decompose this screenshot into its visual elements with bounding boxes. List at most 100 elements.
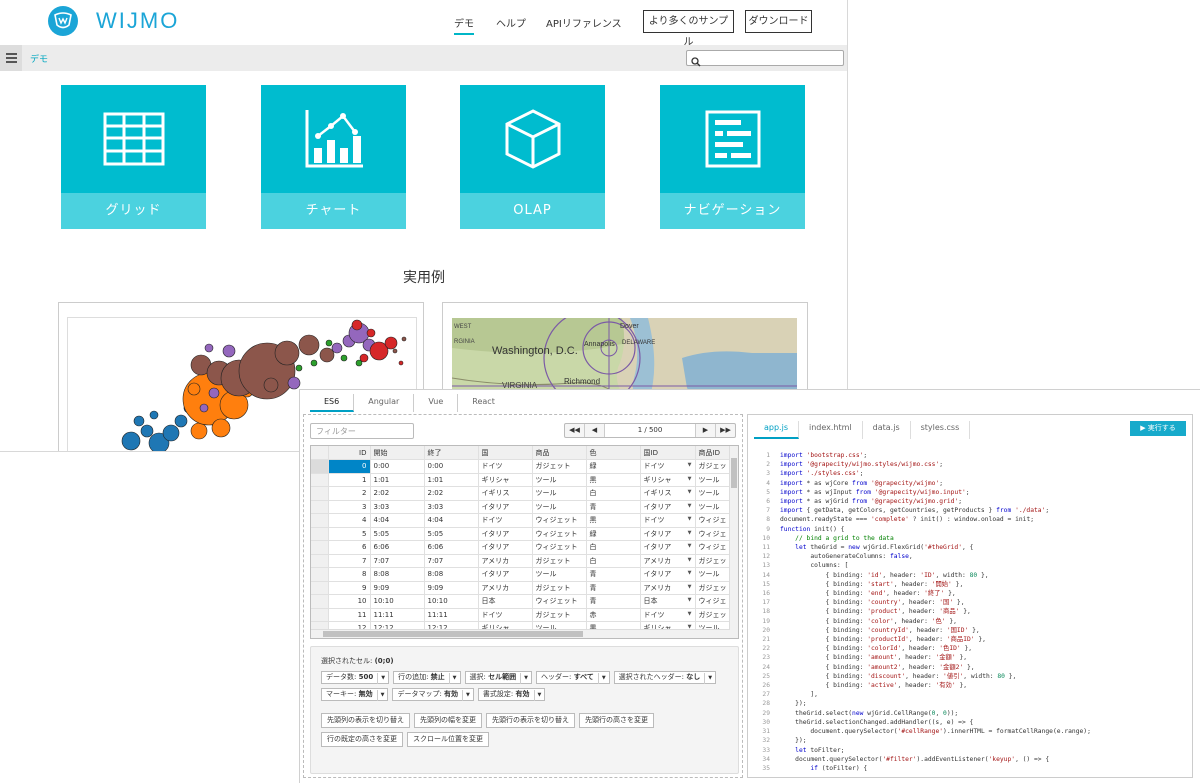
chevron-down-icon[interactable]: ▼ xyxy=(688,462,692,468)
row-header[interactable] xyxy=(311,581,329,595)
grid-cell[interactable]: ガジェット xyxy=(532,608,587,622)
nav-help[interactable]: ヘルプ xyxy=(496,15,526,30)
row-header[interactable] xyxy=(311,540,329,555)
option-dropdown[interactable]: 選択されたヘッダー: なし ▼ xyxy=(613,671,717,684)
grid-cell[interactable]: ドイツ xyxy=(478,513,533,528)
grid-cell[interactable]: 1:01 xyxy=(370,473,425,487)
grid-cell[interactable]: 8:08 xyxy=(424,567,479,582)
grid-cell[interactable]: 4 xyxy=(328,513,371,528)
grid-cell[interactable]: 青 xyxy=(586,500,641,514)
row-header[interactable] xyxy=(311,473,329,487)
tab-react[interactable]: React xyxy=(458,394,509,412)
tile-grid[interactable]: グリッド xyxy=(61,85,206,229)
column-header[interactable]: ID xyxy=(328,446,371,460)
grid-cell[interactable]: 緑 xyxy=(586,459,641,474)
tab-es6[interactable]: ES6 xyxy=(310,394,355,412)
grid-cell[interactable]: ▼ギリシャ xyxy=(640,473,696,487)
grid-cell[interactable]: ▼ ドイツ xyxy=(640,608,696,622)
grid-cell[interactable]: 8:08 xyxy=(370,567,425,582)
table-row[interactable]: 7 7:07 7:07 アメリカ ガジェット白 ▼ アメリカ ガジェッ xyxy=(311,554,736,568)
option-dropdown[interactable]: ヘッダー: すべて ▼ xyxy=(535,671,610,684)
grid-cell[interactable]: 8 xyxy=(328,567,371,582)
option-dropdown[interactable]: データ数: 500 ▼ xyxy=(321,671,390,684)
option-dropdown[interactable]: 行の追加: 禁止 ▼ xyxy=(393,671,461,684)
grid-cell[interactable]: ツール xyxy=(532,500,587,514)
grid-cell[interactable]: 1 xyxy=(328,473,371,487)
grid-cell[interactable]: ▼ アメリカ xyxy=(640,581,696,595)
row-header[interactable] xyxy=(311,594,329,609)
grid-cell[interactable]: ▼ ドイツ xyxy=(640,459,696,474)
grid-cell[interactable]: 4:04 xyxy=(370,513,425,528)
grid-cell[interactable]: ▼ イタリア xyxy=(640,567,696,582)
row-header[interactable] xyxy=(311,513,329,528)
grid-cell[interactable]: 10:10 xyxy=(424,594,479,609)
table-row[interactable]: 2 2:02 2:02 イギリス ツール白 ▼ イギリス ツール xyxy=(311,486,736,501)
grid-cell[interactable]: イタリア xyxy=(478,500,533,514)
grid-cell[interactable]: 5:05 xyxy=(370,527,425,541)
table-row[interactable]: 3 3:03 3:03 イタリア ツール青 ▼ イタリア ツール xyxy=(311,500,736,514)
grid-cell[interactable]: 白 xyxy=(586,486,641,501)
tile-navigation[interactable]: ナビゲーション xyxy=(660,85,805,229)
filter-input[interactable]: フィルター xyxy=(310,423,414,439)
grid-cell[interactable]: 10:10 xyxy=(370,594,425,609)
chevron-down-icon[interactable]: ▼ xyxy=(688,489,692,495)
last-page-button[interactable]: ▶▶ xyxy=(715,424,735,437)
first-page-button[interactable]: ◀◀ xyxy=(565,424,585,437)
grid-cell[interactable]: 0:00 xyxy=(424,459,479,474)
code-editor[interactable]: 1 import 'bootstrap.css'; 2 import '@grapec… xyxy=(754,451,1186,777)
table-row[interactable]: 8 8:08 8:08 イタリア ツール青 ▼ イタリア ツール xyxy=(311,567,736,582)
grid-cell[interactable]: ▼ イギリス xyxy=(640,486,696,501)
grid-cell[interactable]: ガジェット xyxy=(532,459,587,474)
column-header[interactable]: 色 xyxy=(586,446,641,460)
row-header[interactable] xyxy=(311,486,329,501)
hamburger-menu-icon[interactable] xyxy=(0,45,22,71)
grid-cell[interactable]: アメリカ xyxy=(478,581,533,595)
grid-cell[interactable]: 6:06 xyxy=(370,540,425,555)
row-header[interactable] xyxy=(311,527,329,541)
chevron-down-icon[interactable]: ▼ xyxy=(688,570,692,576)
grid-cell[interactable]: ギリシャ xyxy=(478,473,533,487)
grid-cell[interactable]: 黒 xyxy=(586,473,641,487)
grid-cell[interactable]: ウィジェット xyxy=(532,527,587,541)
tab-styles-css[interactable]: styles.css xyxy=(911,421,971,439)
column-header[interactable]: 開始 xyxy=(370,446,425,460)
grid-cell[interactable]: 1:01 xyxy=(424,473,479,487)
chevron-down-icon[interactable]: ▼ xyxy=(688,597,692,603)
row-header[interactable] xyxy=(311,500,329,514)
chevron-down-icon[interactable]: ▼ xyxy=(688,476,692,482)
column-header[interactable]: 商品 xyxy=(532,446,587,460)
grid-cell[interactable]: 9:09 xyxy=(424,581,479,595)
grid-cell[interactable]: イギリス xyxy=(478,486,533,501)
grid-cell[interactable]: 5:05 xyxy=(424,527,479,541)
grid-cell[interactable]: ウィジェット xyxy=(532,513,587,528)
grid-cell[interactable]: 緑 xyxy=(586,527,641,541)
run-button[interactable]: ▶ 実行する xyxy=(1130,421,1186,436)
grid-cell[interactable]: 11:11 xyxy=(424,608,479,622)
grid-cell[interactable]: 青 xyxy=(586,581,641,595)
grid-cell[interactable]: 青 xyxy=(586,567,641,582)
column-header[interactable]: 国ID xyxy=(640,446,696,460)
grid-cell[interactable]: イタリア xyxy=(478,540,533,555)
grid-cell[interactable]: ▼ イタリア xyxy=(640,500,696,514)
more-samples-button[interactable]: より多くのサンプル xyxy=(643,10,734,48)
grid-cell[interactable]: ガジェット xyxy=(532,554,587,568)
grid-cell[interactable]: ▼ イタリア xyxy=(640,527,696,541)
grid-cell[interactable]: 白 xyxy=(586,554,641,568)
option-dropdown[interactable]: 選択: セル範囲 ▼ xyxy=(464,671,532,684)
grid-cell[interactable]: 0 xyxy=(328,459,371,474)
table-row[interactable]: 11 11:11 11:11 ドイツ ガジェット赤 ▼ ドイツ ガジェッ xyxy=(311,608,736,622)
brand-name[interactable]: WIJMO xyxy=(96,8,179,34)
grid-cell[interactable]: 黒 xyxy=(586,513,641,528)
vertical-scrollbar[interactable] xyxy=(729,446,738,638)
grid-cell[interactable]: 3 xyxy=(328,500,371,514)
grid-cell[interactable]: 白 xyxy=(586,540,641,555)
grid-cell[interactable]: 7:07 xyxy=(370,554,425,568)
grid-cell[interactable]: アメリカ xyxy=(478,554,533,568)
table-row[interactable]: 5 5:05 5:05 イタリア ウィジェット緑 ▼ イタリア ウィジェ xyxy=(311,527,736,541)
action-button[interactable]: スクロール位置を変更 xyxy=(407,732,489,747)
chevron-down-icon[interactable]: ▼ xyxy=(688,557,692,563)
table-row[interactable]: 6 6:06 6:06 イタリア ウィジェット白 ▼ イタリア ウィジェ xyxy=(311,540,736,555)
grid-cell[interactable]: 9:09 xyxy=(370,581,425,595)
grid-cell[interactable]: ドイツ xyxy=(478,459,533,474)
grid-cell[interactable]: 11 xyxy=(328,608,371,622)
